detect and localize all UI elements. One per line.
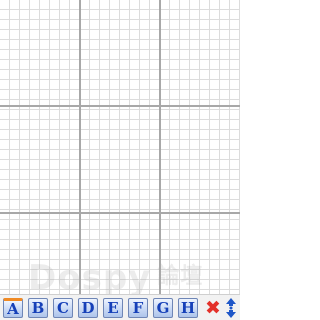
major-grid-line-horizontal-2 (0, 212, 240, 214)
major-grid-line-vertical-2 (159, 0, 161, 294)
grid-screen: Dospy 論壇 A B C D E F G H ✖ (0, 0, 240, 320)
letter-button-f[interactable]: F (128, 298, 148, 318)
watermark-latin: Dospy (28, 258, 152, 298)
major-grid-line-horizontal-1 (0, 105, 240, 107)
major-grid-line-vertical-1 (79, 0, 81, 294)
watermark: Dospy 論壇 (28, 258, 203, 298)
close-button[interactable]: ✖ (204, 297, 222, 319)
letter-button-b[interactable]: B (28, 298, 48, 318)
close-x-icon: ✖ (205, 297, 221, 319)
grid-canvas[interactable] (0, 0, 240, 294)
letter-button-a[interactable]: A (3, 298, 23, 318)
letter-button-g[interactable]: G (153, 298, 173, 318)
scroll-button[interactable] (224, 297, 238, 319)
bottom-toolbar: A B C D E F G H ✖ (0, 294, 240, 320)
up-down-arrows-icon (226, 298, 236, 318)
letter-button-e[interactable]: E (103, 298, 123, 318)
letter-button-c[interactable]: C (53, 298, 73, 318)
letter-button-d[interactable]: D (78, 298, 98, 318)
letter-button-h[interactable]: H (178, 298, 198, 318)
watermark-cjk: 論壇 (157, 264, 204, 289)
